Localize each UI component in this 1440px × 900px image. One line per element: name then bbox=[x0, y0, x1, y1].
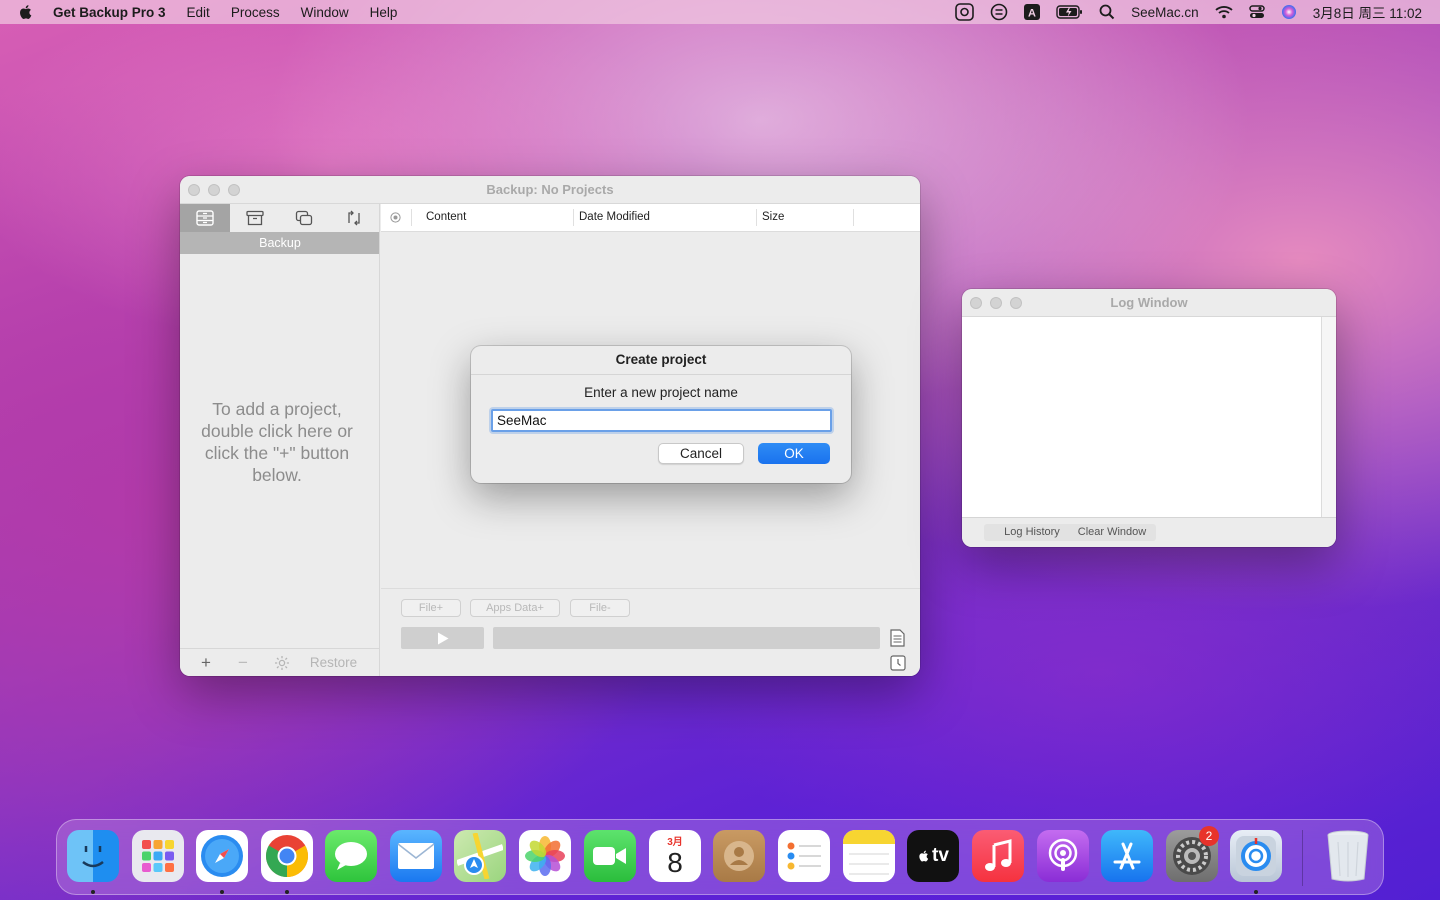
remove-project-button[interactable]: − bbox=[238, 653, 248, 673]
tab-archive[interactable] bbox=[229, 204, 280, 232]
search-icon[interactable] bbox=[1099, 4, 1115, 20]
status-column-icon[interactable] bbox=[390, 212, 401, 226]
menu-help[interactable]: Help bbox=[370, 5, 398, 20]
play-icon bbox=[437, 632, 448, 644]
svg-text:A: A bbox=[1028, 8, 1036, 20]
main-titlebar: Backup: No Projects bbox=[180, 176, 920, 204]
run-button[interactable] bbox=[401, 627, 484, 649]
apple-tv-icon[interactable]: tv bbox=[907, 830, 959, 882]
notification-badge: 2 bbox=[1199, 826, 1219, 846]
project-name-input[interactable] bbox=[491, 409, 832, 432]
calendar-icon[interactable]: 3月 8 bbox=[649, 830, 701, 882]
chrome-icon[interactable] bbox=[261, 830, 313, 882]
log-text-area[interactable] bbox=[962, 317, 1322, 517]
reminders-icon[interactable] bbox=[778, 830, 830, 882]
script-icon[interactable] bbox=[990, 3, 1008, 21]
screenshot-icon[interactable] bbox=[955, 3, 974, 21]
calendar-month: 3月 bbox=[667, 837, 683, 848]
battery-icon[interactable] bbox=[1056, 5, 1083, 19]
column-content[interactable]: Content bbox=[426, 211, 466, 223]
trash-icon[interactable] bbox=[1322, 830, 1374, 882]
history-clock-icon[interactable] bbox=[890, 654, 906, 672]
cancel-button[interactable]: Cancel bbox=[658, 443, 744, 464]
column-date-modified[interactable]: Date Modified bbox=[579, 211, 650, 223]
calendar-day: 8 bbox=[667, 847, 683, 878]
messages-icon[interactable] bbox=[325, 830, 377, 882]
facetime-icon[interactable] bbox=[584, 830, 636, 882]
sidebar-empty-hint: To add a project, double click here or c… bbox=[201, 399, 353, 485]
dialog-message: Enter a new project name bbox=[584, 385, 738, 400]
log-document-icon[interactable] bbox=[889, 629, 905, 647]
input-method-icon[interactable]: A bbox=[1024, 4, 1041, 20]
app-store-icon[interactable] bbox=[1101, 830, 1153, 882]
log-titlebar: Log Window bbox=[962, 289, 1336, 317]
remove-file-button[interactable]: File- bbox=[570, 599, 630, 617]
contacts-icon[interactable] bbox=[713, 830, 765, 882]
clock[interactable]: 3月8日 周三 11:02 bbox=[1313, 2, 1422, 22]
log-toolbar: Log History Clear Window bbox=[962, 517, 1336, 547]
maps-icon[interactable] bbox=[454, 830, 506, 882]
action-pane: File+ Apps Data+ File- bbox=[381, 588, 920, 676]
ok-button[interactable]: OK bbox=[758, 443, 830, 464]
dialog-title: Create project bbox=[471, 346, 851, 375]
log-scrollbar[interactable] bbox=[1322, 317, 1336, 517]
add-apps-data-button[interactable]: Apps Data+ bbox=[470, 599, 560, 617]
clone-tab-icon bbox=[296, 210, 313, 226]
menu-bar: Get Backup Pro 3 Edit Process Window Hel… bbox=[0, 0, 1440, 24]
get-backup-pro-icon[interactable] bbox=[1230, 830, 1282, 882]
archive-tab-icon bbox=[245, 210, 264, 226]
siri-icon[interactable] bbox=[1281, 4, 1297, 20]
column-size[interactable]: Size bbox=[762, 211, 784, 223]
add-file-button[interactable]: File+ bbox=[401, 599, 461, 617]
brand-label[interactable]: SeeMac.cn bbox=[1131, 5, 1199, 20]
notes-icon[interactable] bbox=[843, 830, 895, 882]
finder-icon[interactable] bbox=[67, 830, 119, 882]
control-center-icon[interactable] bbox=[1248, 4, 1265, 20]
tab-clone[interactable] bbox=[279, 204, 330, 232]
mail-icon[interactable] bbox=[390, 830, 442, 882]
sidebar-toolbar: + − Restore bbox=[180, 648, 380, 676]
apple-tv-label: tv bbox=[932, 845, 949, 866]
log-window: Log Window Log History Clear Window bbox=[962, 289, 1336, 547]
podcasts-icon[interactable] bbox=[1037, 830, 1089, 882]
settings-gear-icon[interactable] bbox=[274, 655, 290, 671]
menu-app-name[interactable]: Get Backup Pro 3 bbox=[53, 5, 166, 20]
launchpad-icon[interactable] bbox=[132, 830, 184, 882]
table-header: Content Date Modified Size bbox=[381, 204, 920, 232]
add-project-button[interactable]: + bbox=[201, 653, 211, 673]
clear-window-button[interactable]: Clear Window bbox=[1068, 524, 1156, 541]
sidebar-tabs: Backup bbox=[180, 204, 379, 254]
window-title: Backup: No Projects bbox=[486, 182, 614, 197]
backup-tab-icon bbox=[196, 210, 214, 226]
photos-icon[interactable] bbox=[519, 830, 571, 882]
menu-window[interactable]: Window bbox=[301, 5, 349, 20]
menu-process[interactable]: Process bbox=[231, 5, 280, 20]
restore-button[interactable]: Restore bbox=[310, 655, 357, 670]
log-window-title: Log Window bbox=[1110, 295, 1188, 310]
log-history-button[interactable]: Log History bbox=[984, 524, 1080, 541]
sync-tab-icon bbox=[348, 210, 360, 226]
progress-bar bbox=[493, 627, 880, 649]
safari-icon[interactable] bbox=[196, 830, 248, 882]
tab-sync[interactable] bbox=[329, 204, 379, 232]
apple-menu-icon[interactable] bbox=[17, 3, 35, 21]
create-project-dialog: Create project Enter a new project name … bbox=[471, 346, 851, 483]
tab-backup[interactable] bbox=[180, 204, 230, 232]
dock-separator bbox=[1302, 830, 1303, 886]
active-tab-label: Backup bbox=[259, 236, 301, 250]
wifi-icon[interactable] bbox=[1215, 5, 1233, 19]
music-icon[interactable] bbox=[972, 830, 1024, 882]
dock: 3月 8 tv 2 bbox=[56, 819, 1384, 895]
project-sidebar[interactable]: Backup To add a project, double click he… bbox=[180, 204, 380, 676]
menu-edit[interactable]: Edit bbox=[187, 5, 210, 20]
